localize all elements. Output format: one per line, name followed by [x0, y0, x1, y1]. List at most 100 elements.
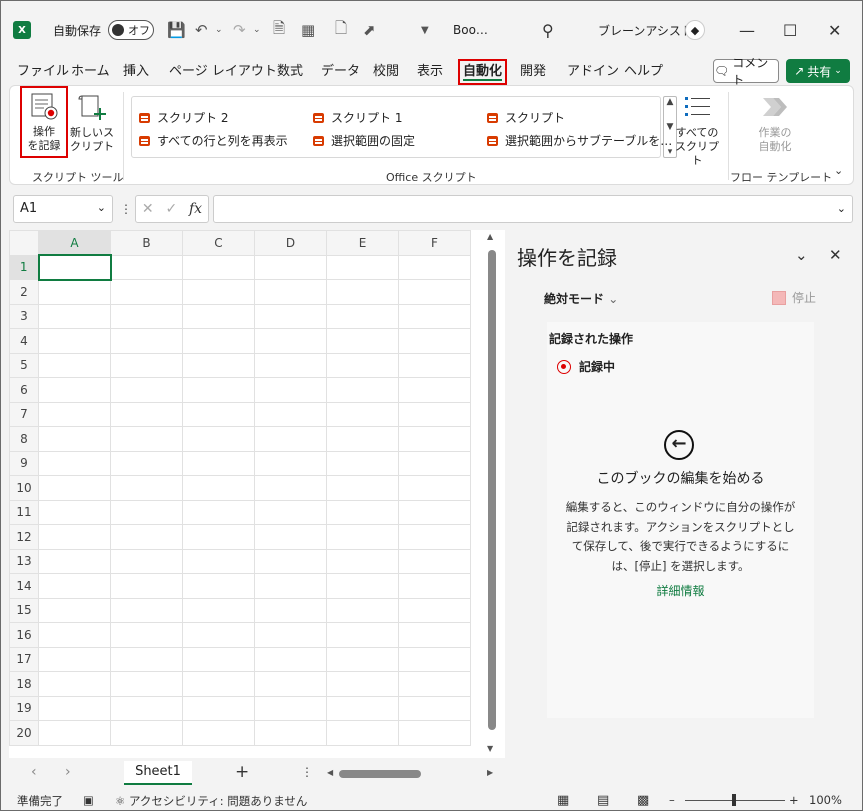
- page-break-view-icon[interactable]: ▩: [637, 793, 649, 808]
- scroll-up-icon[interactable]: ▲: [487, 232, 493, 241]
- sheet-tab[interactable]: Sheet1: [124, 761, 192, 785]
- chevron-down-icon[interactable]: ⌄: [795, 246, 808, 264]
- row-header[interactable]: 16: [9, 622, 39, 648]
- save-icon[interactable]: 💾: [167, 1, 186, 59]
- cell[interactable]: [326, 646, 399, 672]
- cell[interactable]: [254, 352, 327, 378]
- cancel-icon[interactable]: ✕: [142, 201, 154, 217]
- cell[interactable]: [182, 279, 255, 305]
- cell[interactable]: [398, 524, 471, 550]
- cell[interactable]: [398, 695, 471, 721]
- column-header[interactable]: B: [110, 230, 183, 256]
- cell[interactable]: [254, 475, 327, 501]
- more-options-icon[interactable]: ⋮: [120, 202, 132, 216]
- cell[interactable]: [110, 401, 183, 427]
- formula-input[interactable]: ⌄: [213, 195, 853, 223]
- zoom-out-icon[interactable]: –: [669, 793, 675, 807]
- cell[interactable]: [110, 597, 183, 623]
- column-header[interactable]: D: [254, 230, 327, 256]
- cell[interactable]: [110, 720, 183, 746]
- cell[interactable]: [326, 450, 399, 476]
- ribbon-collapse-icon[interactable]: ⌄: [834, 164, 843, 177]
- tab-view[interactable]: 表示: [417, 63, 443, 85]
- column-header[interactable]: C: [182, 230, 255, 256]
- cell[interactable]: [182, 622, 255, 648]
- worksheet-grid[interactable]: A B C D E F 1 2 3 4 5 6 7 8 9 10 11 12 13 14 15 16 17 18 19 20: [9, 230, 505, 758]
- cell[interactable]: [110, 646, 183, 672]
- cell[interactable]: [326, 254, 399, 280]
- cell[interactable]: [326, 377, 399, 403]
- cell[interactable]: [182, 303, 255, 329]
- cell[interactable]: [38, 524, 111, 550]
- tab-file[interactable]: ファイル: [17, 63, 69, 85]
- cell[interactable]: [326, 720, 399, 746]
- cell[interactable]: [254, 426, 327, 452]
- cell[interactable]: [398, 548, 471, 574]
- cell[interactable]: [182, 254, 255, 280]
- tab-developer[interactable]: 開発: [520, 63, 546, 85]
- tab-help[interactable]: ヘルプ: [624, 63, 663, 85]
- row-header[interactable]: 2: [9, 279, 39, 305]
- column-header[interactable]: A: [38, 230, 111, 256]
- cell[interactable]: [110, 328, 183, 354]
- script-item[interactable]: スクリプト 2: [138, 109, 228, 126]
- cell[interactable]: [110, 671, 183, 697]
- record-actions-button[interactable]: 操作 を記録: [20, 86, 68, 158]
- cell[interactable]: [110, 352, 183, 378]
- accessibility-status[interactable]: ⚛ アクセシビリティ: 問題ありません: [115, 793, 307, 809]
- mode-dropdown[interactable]: 絶対モード ⌄: [544, 290, 618, 307]
- column-header[interactable]: F: [398, 230, 471, 256]
- scroll-right-icon[interactable]: ▶: [487, 768, 493, 777]
- cell[interactable]: [254, 328, 327, 354]
- cell[interactable]: [182, 695, 255, 721]
- cell[interactable]: [254, 622, 327, 648]
- cell[interactable]: [326, 597, 399, 623]
- undo-icon[interactable]: ↶: [195, 1, 208, 59]
- cell[interactable]: [110, 254, 183, 280]
- scroll-thumb[interactable]: [339, 770, 421, 778]
- chevron-right-icon[interactable]: ›: [65, 764, 71, 780]
- row-header[interactable]: 8: [9, 426, 39, 452]
- print-preview-icon[interactable]: 🗎: [273, 1, 285, 59]
- row-header[interactable]: 3: [9, 303, 39, 329]
- share-button[interactable]: ↗ 共有 ⌄: [786, 59, 850, 83]
- cell[interactable]: [254, 254, 327, 280]
- horizontal-scrollbar[interactable]: ◀ ▶: [327, 768, 497, 779]
- new-script-button[interactable]: 新しいス クリプト: [70, 92, 114, 154]
- row-header[interactable]: 14: [9, 573, 39, 599]
- redo-icon[interactable]: ↷: [233, 1, 246, 59]
- cell[interactable]: [38, 720, 111, 746]
- cell[interactable]: [38, 401, 111, 427]
- cell[interactable]: [110, 279, 183, 305]
- cell[interactable]: [110, 450, 183, 476]
- cell[interactable]: [182, 524, 255, 550]
- chevron-left-icon[interactable]: ‹: [31, 764, 37, 780]
- scroll-thumb[interactable]: [488, 250, 496, 730]
- cell[interactable]: [182, 426, 255, 452]
- cell[interactable]: [398, 426, 471, 452]
- cell[interactable]: [254, 450, 327, 476]
- cell[interactable]: [326, 499, 399, 525]
- page-layout-view-icon[interactable]: ▤: [597, 793, 609, 808]
- row-header[interactable]: 4: [9, 328, 39, 354]
- cell[interactable]: [326, 622, 399, 648]
- maximize-icon[interactable]: ☐: [783, 1, 797, 59]
- add-sheet-icon[interactable]: +: [235, 762, 249, 782]
- cell[interactable]: [254, 695, 327, 721]
- cell[interactable]: [326, 573, 399, 599]
- cell[interactable]: [398, 279, 471, 305]
- cell[interactable]: [110, 303, 183, 329]
- column-header[interactable]: E: [326, 230, 399, 256]
- cell[interactable]: [110, 622, 183, 648]
- cell[interactable]: [38, 279, 111, 305]
- cell[interactable]: [38, 426, 111, 452]
- customize-qat-icon[interactable]: ▼: [421, 1, 429, 59]
- tab-data[interactable]: データ: [321, 63, 360, 85]
- table-icon[interactable]: ▦: [301, 1, 315, 59]
- cell[interactable]: [398, 450, 471, 476]
- cell[interactable]: [398, 499, 471, 525]
- row-header[interactable]: 19: [9, 695, 39, 721]
- tab-addins[interactable]: アドイン: [567, 63, 619, 85]
- close-icon[interactable]: ✕: [829, 246, 842, 264]
- cell[interactable]: [326, 524, 399, 550]
